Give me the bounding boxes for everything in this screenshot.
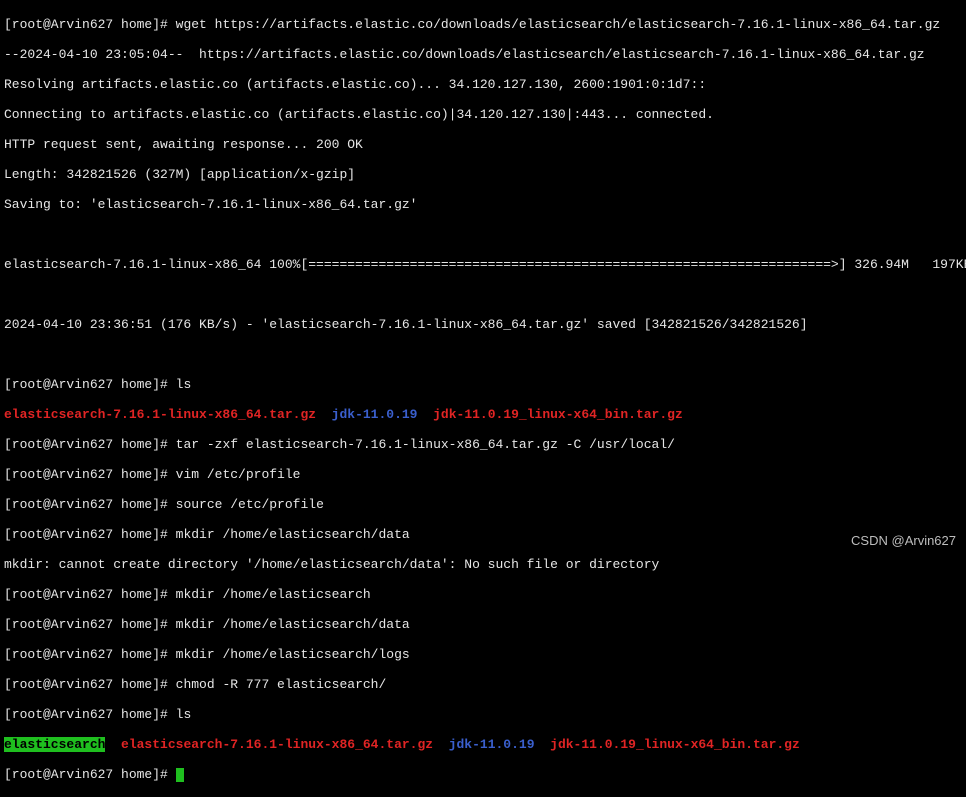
file-archive: elasticsearch-7.16.1-linux-x86_64.tar.gz — [121, 737, 433, 752]
wget-line: Saving to: 'elasticsearch-7.16.1-linux-x… — [4, 197, 962, 212]
cmd-chmod: chmod -R 777 elasticsearch/ — [176, 677, 387, 692]
file-dir: jdk-11.0.19 — [449, 737, 535, 752]
prompt: [root@Arvin627 home]# — [4, 677, 176, 692]
prompt: [root@Arvin627 home]# — [4, 617, 176, 632]
file-archive: jdk-11.0.19_linux-x64_bin.tar.gz — [433, 407, 683, 422]
prompt: [root@Arvin627 home]# — [4, 647, 176, 662]
cursor — [176, 768, 184, 782]
wget-line: Connecting to artifacts.elastic.co (arti… — [4, 107, 962, 122]
prompt: [root@Arvin627 home]# — [4, 707, 176, 722]
prompt: [root@Arvin627 home]# — [4, 17, 176, 32]
prompt: [root@Arvin627 home]# — [4, 587, 176, 602]
file-archive: jdk-11.0.19_linux-x64_bin.tar.gz — [550, 737, 800, 752]
mkdir-error: mkdir: cannot create directory '/home/el… — [4, 557, 962, 572]
prompt: [root@Arvin627 home]# — [4, 497, 176, 512]
cmd-wget: wget https://artifacts.elastic.co/downlo… — [176, 17, 941, 32]
cmd-source: source /etc/profile — [176, 497, 324, 512]
file-archive: elasticsearch-7.16.1-linux-x86_64.tar.gz — [4, 407, 316, 422]
wget-line: Length: 342821526 (327M) [application/x-… — [4, 167, 962, 182]
wget-progress: elasticsearch-7.16.1-linux-x86_64 100%[=… — [4, 257, 962, 272]
ls-output: elasticsearch-7.16.1-linux-x86_64.tar.gz… — [4, 407, 962, 422]
cmd-mkdir: mkdir /home/elasticsearch/logs — [176, 647, 410, 662]
file-dir-wx: elasticsearch — [4, 737, 105, 752]
terminal-output[interactable]: [root@Arvin627 home]# wget https://artif… — [4, 2, 962, 797]
ls-output: elasticsearch elasticsearch-7.16.1-linux… — [4, 737, 962, 752]
blank-line — [4, 347, 962, 362]
watermark: CSDN @Arvin627 — [851, 533, 956, 548]
wget-done: 2024-04-10 23:36:51 (176 KB/s) - 'elasti… — [4, 317, 962, 332]
wget-line: HTTP request sent, awaiting response... … — [4, 137, 962, 152]
cmd-mkdir: mkdir /home/elasticsearch/data — [176, 527, 410, 542]
wget-line: Resolving artifacts.elastic.co (artifact… — [4, 77, 962, 92]
cmd-mkdir: mkdir /home/elasticsearch/data — [176, 617, 410, 632]
cmd-ls: ls — [176, 707, 192, 722]
cmd-tar: tar -zxf elasticsearch-7.16.1-linux-x86_… — [176, 437, 675, 452]
cmd-mkdir: mkdir /home/elasticsearch — [176, 587, 371, 602]
file-dir: jdk-11.0.19 — [332, 407, 418, 422]
prompt: [root@Arvin627 home]# — [4, 767, 176, 782]
cmd-vim: vim /etc/profile — [176, 467, 301, 482]
cmd-ls: ls — [176, 377, 192, 392]
blank-line — [4, 227, 962, 242]
wget-line: --2024-04-10 23:05:04-- https://artifact… — [4, 47, 962, 62]
prompt: [root@Arvin627 home]# — [4, 437, 176, 452]
prompt: [root@Arvin627 home]# — [4, 527, 176, 542]
prompt: [root@Arvin627 home]# — [4, 467, 176, 482]
prompt: [root@Arvin627 home]# — [4, 377, 176, 392]
blank-line — [4, 287, 962, 302]
